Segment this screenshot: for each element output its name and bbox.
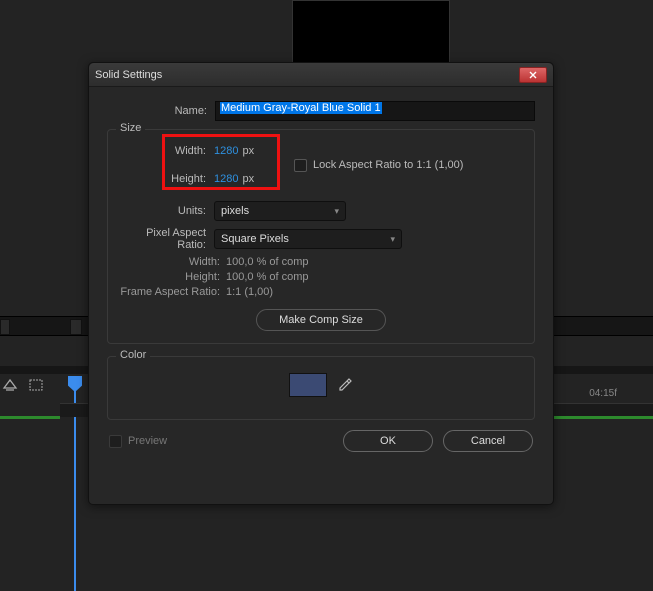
lock-aspect-label: Lock Aspect Ratio to 1:1 (1,00) — [313, 159, 463, 171]
dialog-titlebar[interactable]: Solid Settings — [89, 63, 553, 87]
solid-settings-dialog: Solid Settings Name: Medium Gray-Royal B… — [88, 62, 554, 505]
height-unit: px — [242, 173, 254, 185]
timeline-tick-label: 04:15f — [589, 388, 617, 399]
make-comp-size-label: Make Comp Size — [279, 314, 363, 326]
eyedropper-button[interactable] — [337, 377, 353, 393]
tool-icon-1[interactable] — [2, 378, 18, 392]
info-width-value: 100,0 % of comp — [226, 256, 309, 271]
size-legend: Size — [116, 122, 145, 134]
close-icon — [529, 71, 537, 79]
dialog-footer: Preview OK Cancel — [107, 430, 535, 452]
info-height-label: Height: — [118, 271, 226, 286]
ok-button[interactable]: OK — [343, 430, 433, 452]
par-select[interactable]: Square Pixels ▾ — [214, 229, 402, 249]
lock-aspect-checkbox[interactable] — [294, 159, 307, 172]
timeline-icon-row — [2, 378, 44, 392]
width-label: Width: — [118, 145, 214, 157]
par-label: Pixel Aspect Ratio: — [118, 227, 214, 251]
name-input[interactable]: Medium Gray-Royal Blue Solid 1 — [215, 101, 535, 121]
name-input-value: Medium Gray-Royal Blue Solid 1 — [220, 102, 382, 114]
height-value[interactable]: 1280 — [214, 173, 238, 185]
size-fieldset: Size Width: 1280 px Height: 1280 px — [107, 129, 535, 344]
comp-preview-rect — [292, 0, 450, 68]
timeline-playhead-line — [74, 390, 76, 591]
info-far-value: 1:1 (1,00) — [226, 286, 273, 301]
name-row: Name: Medium Gray-Royal Blue Solid 1 — [107, 101, 535, 121]
timeline-cache-bar-right — [551, 416, 653, 419]
preview-checkbox[interactable] — [109, 435, 122, 448]
height-label: Height: — [118, 173, 214, 185]
eyedropper-icon — [337, 377, 353, 393]
width-value[interactable]: 1280 — [214, 145, 238, 157]
chevron-down-icon: ▾ — [334, 206, 339, 217]
close-button[interactable] — [519, 67, 547, 83]
timeline-cache-bar-left — [0, 416, 60, 419]
make-comp-size-button[interactable]: Make Comp Size — [256, 309, 386, 331]
width-unit: px — [242, 145, 254, 157]
info-far-label: Frame Aspect Ratio: — [118, 286, 226, 301]
tool-icon-2[interactable] — [28, 378, 44, 392]
units-value: pixels — [221, 205, 249, 217]
ok-label: OK — [380, 435, 396, 447]
name-label: Name: — [107, 105, 215, 117]
info-height-value: 100,0 % of comp — [226, 271, 309, 286]
color-swatch[interactable] — [289, 373, 327, 397]
chevron-down-icon: ▾ — [390, 234, 395, 245]
bg-dropdown-stub[interactable] — [0, 319, 10, 335]
preview-label: Preview — [128, 435, 167, 447]
par-value: Square Pixels — [221, 233, 289, 245]
dialog-title: Solid Settings — [95, 69, 519, 81]
cancel-button[interactable]: Cancel — [443, 430, 533, 452]
units-select[interactable]: pixels ▾ — [214, 201, 346, 221]
cancel-label: Cancel — [471, 435, 505, 447]
info-width-label: Width: — [118, 256, 226, 271]
size-info-block: Width: 100,0 % of comp Height: 100,0 % o… — [118, 256, 524, 301]
dialog-body: Name: Medium Gray-Royal Blue Solid 1 Siz… — [89, 87, 553, 466]
color-fieldset: Color — [107, 356, 535, 420]
color-legend: Color — [116, 349, 150, 361]
bg-dropdown-stub2[interactable] — [70, 319, 82, 335]
units-label: Units: — [118, 205, 214, 217]
preview-checkbox-group: Preview — [109, 435, 167, 448]
